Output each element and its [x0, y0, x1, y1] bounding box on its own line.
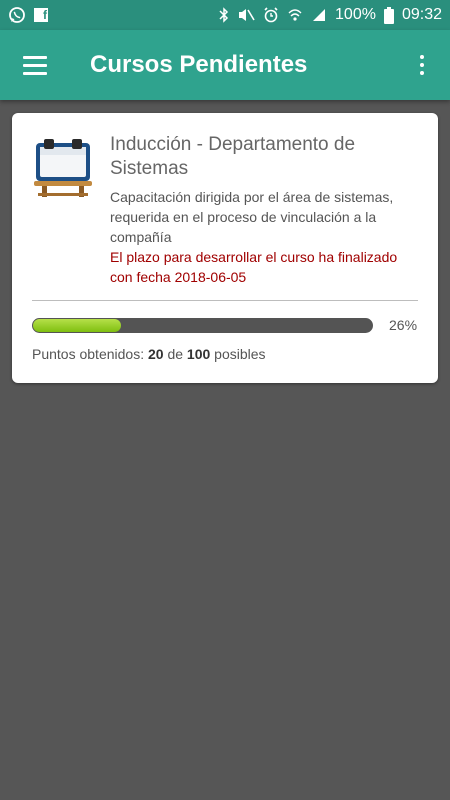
app-bar: Cursos Pendientes — [0, 30, 450, 100]
menu-button[interactable] — [0, 30, 70, 100]
status-bar: f 100% 09:32 — [0, 0, 450, 30]
clock: 09:32 — [401, 6, 442, 23]
wifi-icon — [288, 9, 302, 21]
points-suffix: posibles — [210, 346, 266, 362]
progress-bar — [32, 317, 373, 333]
signal-icon — [313, 9, 326, 21]
course-title: Inducción - Departamento de Sistemas — [110, 134, 356, 179]
divider — [32, 300, 418, 301]
more-vert-icon — [420, 55, 424, 59]
course-card[interactable]: Inducción - Departamento de Sistemas Cap… — [12, 113, 438, 383]
hamburger-icon — [23, 55, 47, 59]
more-options-button[interactable] — [394, 30, 450, 100]
whatsapp-icon — [9, 7, 25, 23]
progress-percent: 26% — [389, 317, 418, 333]
progress-row: 26% — [32, 317, 418, 333]
course-info: Inducción - Departamento de Sistemas Cap… — [110, 133, 418, 287]
battery-level: 100% — [335, 6, 376, 23]
points-obtained: 20 — [147, 346, 164, 362]
course-description: Capacitación dirigida por el área de sis… — [110, 189, 394, 245]
page-title: Cursos Pendientes — [90, 51, 308, 78]
points-separator: de — [163, 346, 187, 362]
battery-icon — [383, 6, 394, 24]
points-summary: Puntos obtenidos: 20 de 100 posibles — [32, 346, 418, 362]
status-bar-left: f — [8, 6, 48, 24]
points-prefix: Puntos obtenidos: — [32, 346, 148, 362]
alarm-icon — [264, 7, 278, 23]
status-bar-right: 100% 09:32 — [219, 6, 442, 24]
points-total: 100 — [186, 346, 211, 362]
bluetooth-icon — [219, 7, 229, 23]
course-card-header: Inducción - Departamento de Sistemas Cap… — [32, 133, 418, 287]
mute-icon — [239, 9, 255, 21]
whiteboard-icon — [34, 139, 92, 197]
facebook-icon: f — [34, 8, 48, 22]
deadline-warning: El plazo para desarrollar el curso ha fi… — [110, 249, 398, 285]
progress-fill — [33, 318, 121, 332]
